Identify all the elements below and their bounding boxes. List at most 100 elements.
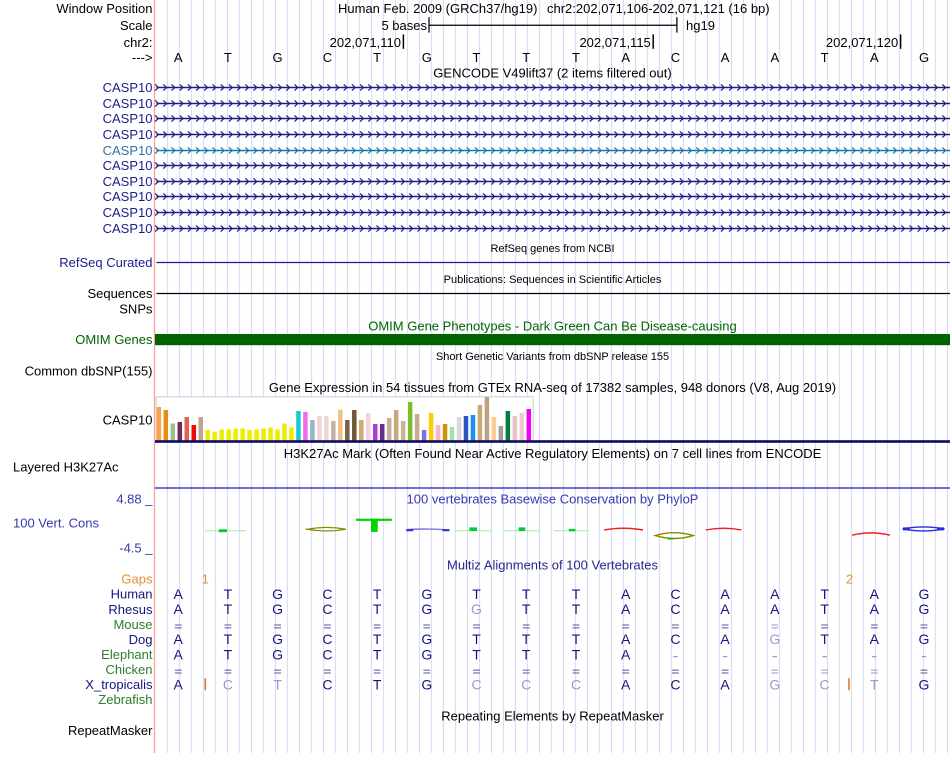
svg-text:C: C (820, 676, 830, 692)
svg-text:T: T (472, 646, 481, 662)
svg-text:CASP10: CASP10 (103, 174, 153, 189)
svg-text:T: T (373, 50, 381, 65)
svg-text:T: T (472, 631, 481, 647)
svg-text:G: G (272, 631, 283, 647)
svg-text:T: T (473, 50, 481, 65)
svg-text:Multiz Alignments of 100 Verte: Multiz Alignments of 100 Vertebrates (447, 558, 659, 573)
svg-text:--->: ---> (132, 50, 153, 65)
svg-text:Gaps: Gaps (121, 572, 153, 587)
svg-text:A: A (721, 50, 730, 65)
svg-text:RefSeq genes from NCBI: RefSeq genes from NCBI (490, 243, 614, 255)
svg-text:T: T (373, 646, 382, 662)
svg-text:Layered H3K27Ac: Layered H3K27Ac (13, 460, 119, 475)
svg-text:1: 1 (202, 572, 209, 587)
svg-text:X_tropicalis: X_tropicalis (85, 677, 153, 692)
svg-text:A: A (870, 601, 880, 617)
svg-text:A: A (870, 586, 880, 602)
svg-text:Window Position: Window Position (56, 1, 152, 16)
svg-text:A: A (174, 631, 184, 647)
svg-text:H3K27Ac Mark (Often Found Near: H3K27Ac Mark (Often Found Near Active Re… (284, 446, 822, 461)
svg-text:T: T (522, 646, 531, 662)
svg-text:G: G (421, 676, 432, 692)
svg-text:C: C (671, 50, 680, 65)
svg-text:CASP10: CASP10 (103, 158, 153, 173)
svg-text:RepeatMasker: RepeatMasker (68, 723, 153, 738)
svg-text:A: A (174, 676, 184, 692)
svg-text:A: A (720, 631, 730, 647)
svg-text:G: G (919, 631, 930, 647)
svg-text:4.88 _: 4.88 _ (116, 492, 153, 507)
svg-text:Chicken: Chicken (106, 662, 153, 677)
svg-text:CASP10: CASP10 (103, 205, 153, 220)
svg-text:Gene Expression in 54 tissues: Gene Expression in 54 tissues from GTEx … (269, 380, 836, 395)
svg-text:A: A (174, 586, 184, 602)
svg-text:C: C (521, 676, 531, 692)
svg-text:T: T (373, 601, 382, 617)
svg-text:T: T (224, 50, 232, 65)
svg-text:Mouse: Mouse (113, 617, 152, 632)
svg-text:G: G (272, 586, 283, 602)
svg-text:2: 2 (846, 572, 853, 587)
svg-text:A: A (870, 50, 879, 65)
svg-text:T: T (273, 676, 282, 692)
svg-text:C: C (322, 631, 332, 647)
svg-text:CASP10: CASP10 (103, 127, 153, 142)
svg-text:100 vertebrates Basewise Conse: 100 vertebrates Basewise Conservation by… (407, 492, 699, 507)
svg-text:T: T (373, 631, 382, 647)
svg-text:Dog: Dog (129, 632, 153, 647)
svg-text:C: C (322, 646, 332, 662)
svg-text:CASP10: CASP10 (103, 221, 153, 236)
svg-text:G: G (273, 50, 283, 65)
svg-text:T: T (870, 676, 879, 692)
svg-text:T: T (820, 586, 829, 602)
svg-text:GENCODE V49lift37 (2 items fil: GENCODE V49lift37 (2 items filtered out) (433, 66, 671, 81)
svg-text:A: A (770, 601, 780, 617)
svg-text:CASP10: CASP10 (103, 143, 153, 158)
svg-text:C: C (571, 676, 581, 692)
svg-text:T: T (572, 646, 581, 662)
svg-text:202,071,120: 202,071,120 (826, 35, 898, 50)
svg-text:T: T (472, 586, 481, 602)
svg-text:C: C (471, 676, 481, 692)
svg-text:G: G (421, 631, 432, 647)
svg-text:Elephant: Elephant (101, 647, 153, 662)
svg-text:-4.5 _: -4.5 _ (119, 541, 153, 556)
svg-text:G: G (769, 676, 780, 692)
svg-text:5 bases: 5 bases (381, 18, 427, 33)
svg-text:A: A (621, 631, 631, 647)
svg-text:T: T (224, 586, 233, 602)
svg-text:G: G (769, 631, 780, 647)
svg-text:T: T (572, 586, 581, 602)
svg-text:G: G (919, 50, 929, 65)
svg-text:Common dbSNP(155): Common dbSNP(155) (25, 364, 153, 379)
svg-text:OMIM Gene Phenotypes - Dark Gr: OMIM Gene Phenotypes - Dark Green Can Be… (368, 319, 737, 334)
svg-text:C: C (322, 586, 332, 602)
svg-text:RefSeq Curated: RefSeq Curated (59, 255, 152, 270)
svg-text:A: A (770, 586, 780, 602)
svg-text:Zebrafish: Zebrafish (98, 692, 152, 707)
svg-text:G: G (272, 646, 283, 662)
svg-text:G: G (422, 50, 432, 65)
svg-text:202,071,115: 202,071,115 (579, 35, 650, 50)
svg-text:C: C (322, 676, 332, 692)
svg-text:G: G (421, 601, 432, 617)
svg-text:SNPs: SNPs (119, 302, 153, 317)
svg-text:T: T (572, 631, 581, 647)
svg-text:C: C (670, 631, 680, 647)
svg-text:T: T (373, 676, 382, 692)
svg-text:CASP10: CASP10 (103, 111, 153, 126)
svg-text:CASP10: CASP10 (103, 189, 153, 204)
svg-text:T: T (522, 50, 530, 65)
svg-text:G: G (471, 601, 482, 617)
svg-text:Sequences: Sequences (87, 286, 153, 301)
svg-text:T: T (522, 631, 531, 647)
svg-text:Short Genetic Variants from db: Short Genetic Variants from dbSNP releas… (436, 351, 669, 363)
svg-text:T: T (820, 601, 829, 617)
svg-text:chr2:202,071,106-202,071,121 (: chr2:202,071,106-202,071,121 (16 bp) (547, 1, 770, 16)
svg-text:202,071,110: 202,071,110 (330, 35, 401, 50)
svg-text:CASP10: CASP10 (103, 96, 153, 111)
svg-text:OMIM Genes: OMIM Genes (75, 332, 153, 347)
svg-text:A: A (770, 50, 779, 65)
svg-text:G: G (919, 601, 930, 617)
svg-text:G: G (421, 646, 432, 662)
